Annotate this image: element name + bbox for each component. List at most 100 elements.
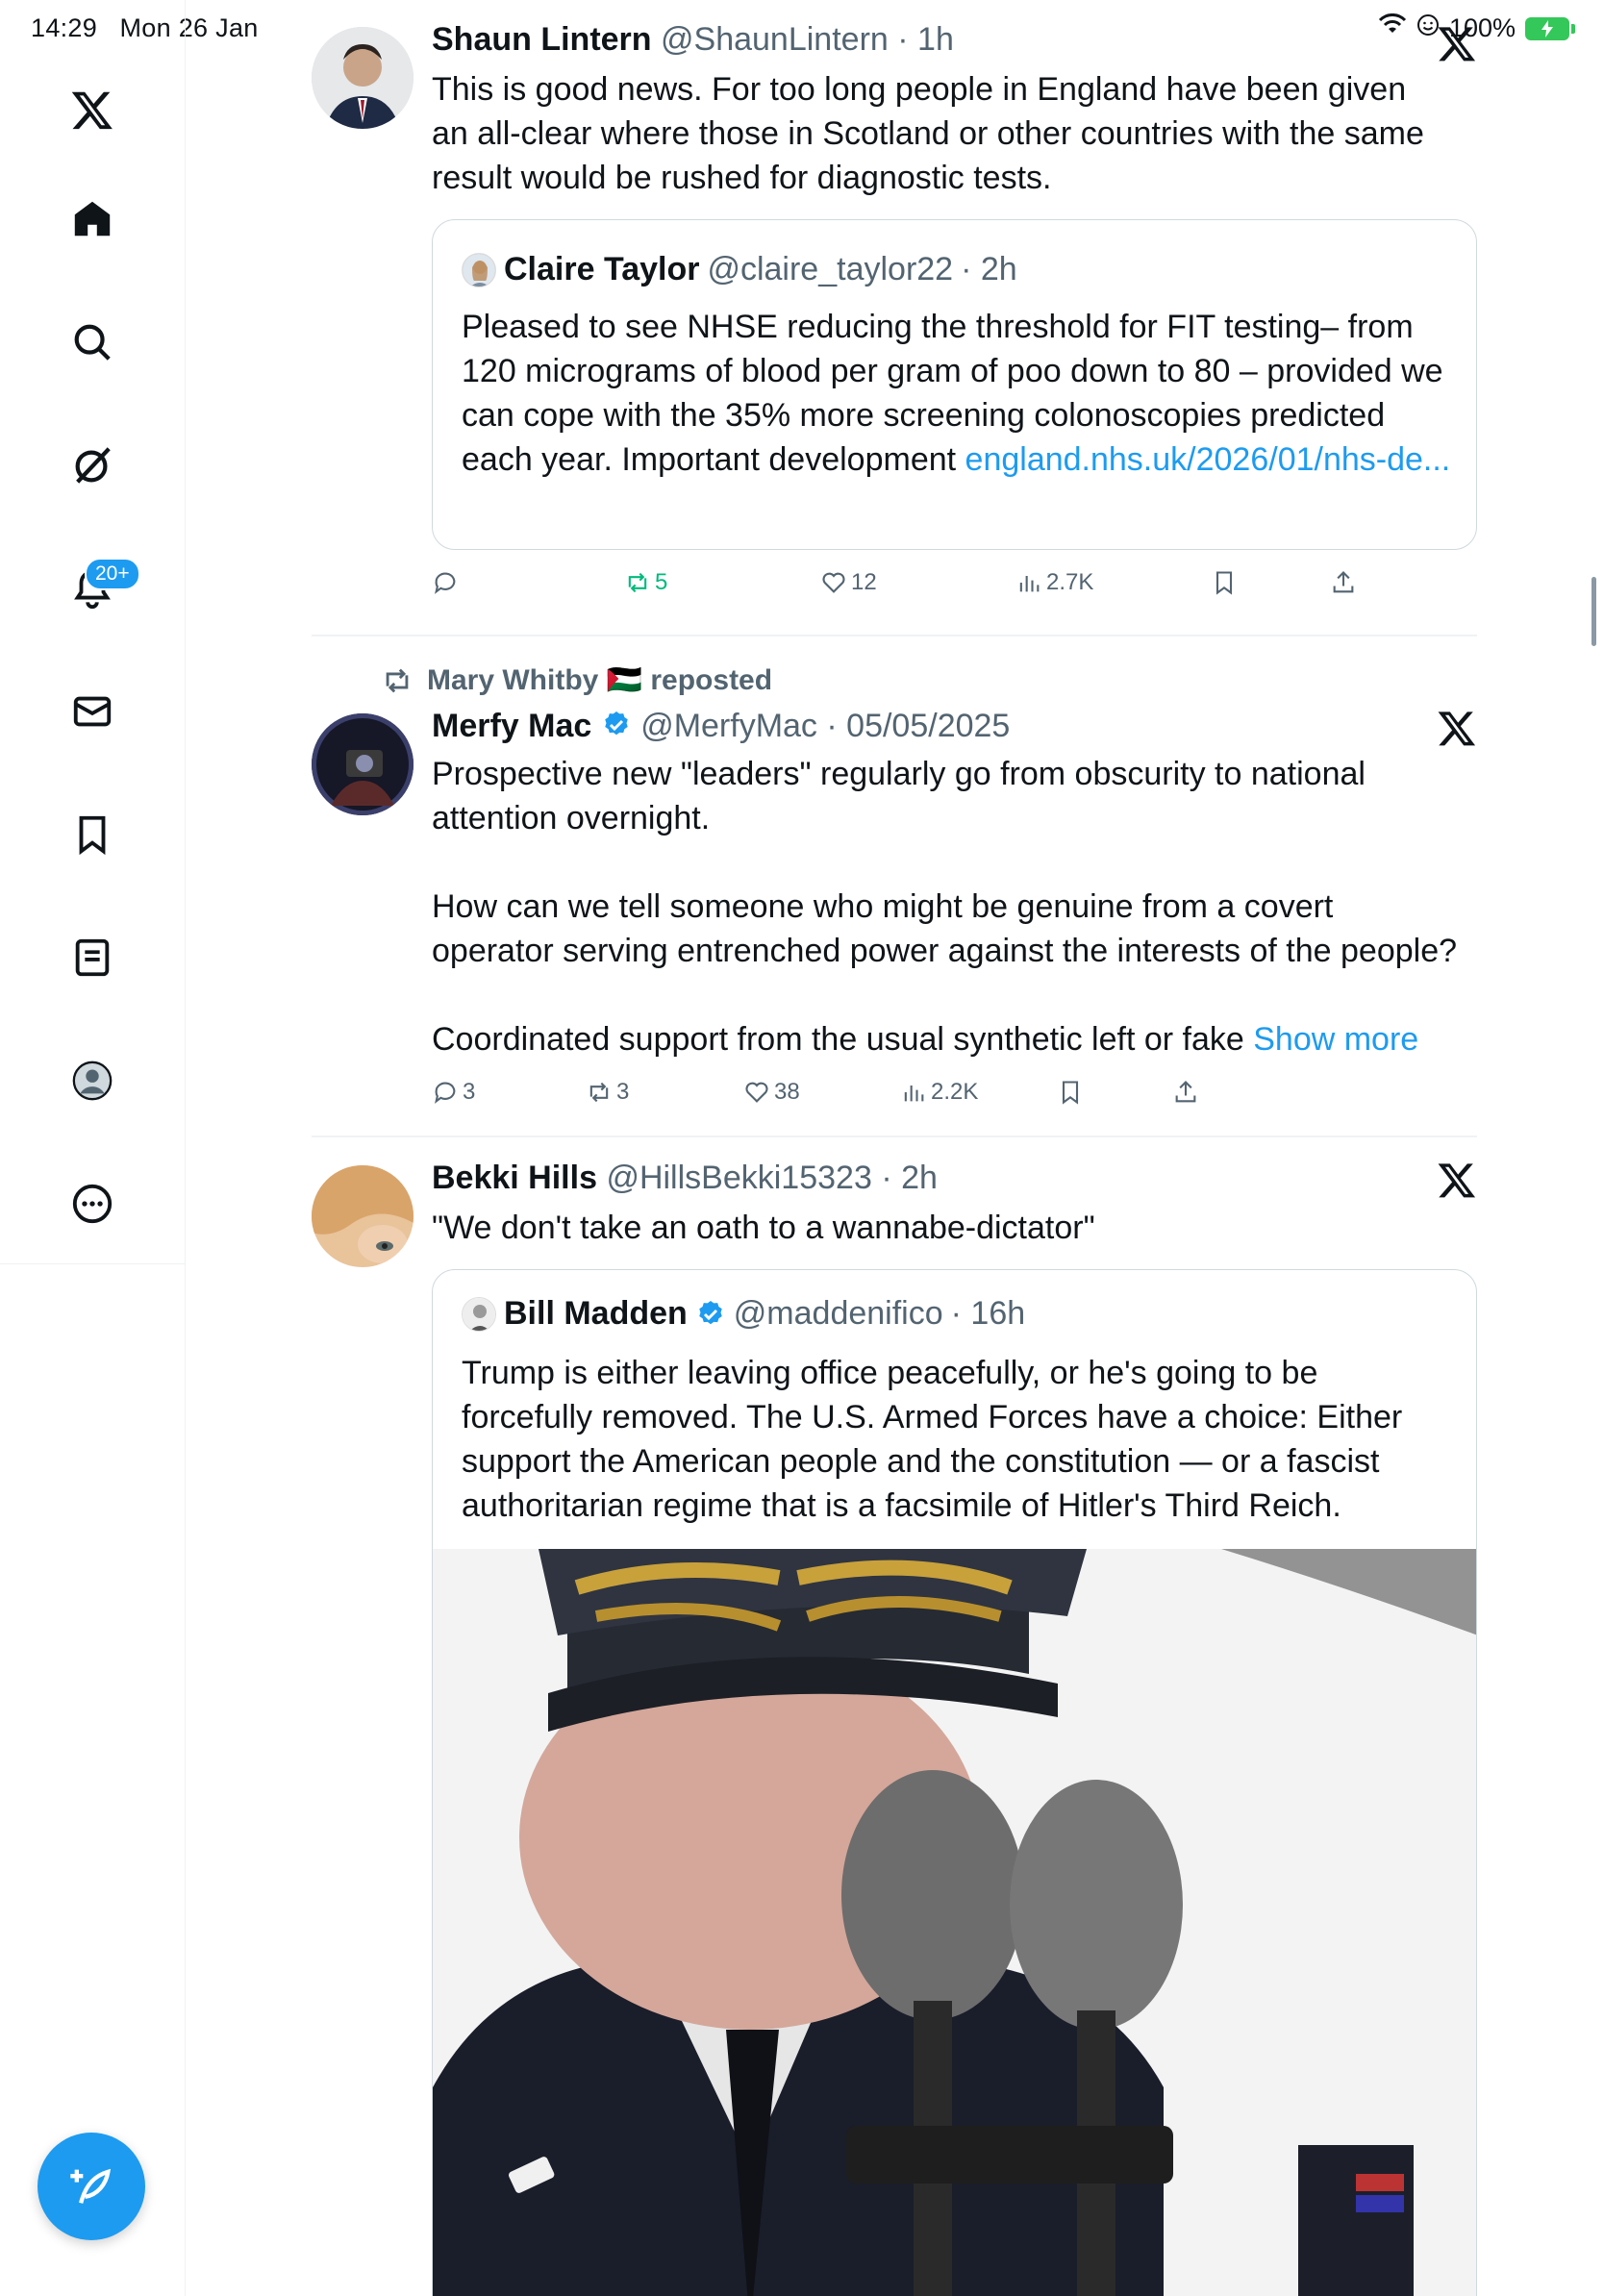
repost-button[interactable]: 5: [624, 569, 667, 596]
repost-count: 3: [616, 1079, 630, 1105]
share-button[interactable]: [1330, 569, 1357, 596]
quote-link[interactable]: england.nhs.uk/2026/01/nhs-de...: [965, 441, 1451, 478]
sidebar-divider: [0, 1263, 186, 1264]
reply-icon: [435, 572, 456, 594]
x-source-icon: [1438, 27, 1476, 62]
quote-author-name[interactable]: Claire Taylor: [504, 251, 699, 288]
reply-button[interactable]: [432, 569, 463, 596]
profile-icon[interactable]: [62, 1050, 123, 1111]
like-count: 12: [851, 569, 877, 595]
verified-badge-icon: [605, 711, 628, 736]
tweet-paragraph: Prospective new "leaders" regularly go f…: [432, 756, 1366, 836]
tweet-time[interactable]: · 2h: [881, 1160, 938, 1196]
search-icon[interactable]: [62, 312, 123, 373]
compose-feather-icon: [70, 2168, 112, 2204]
bookmark-icon: [1062, 1081, 1079, 1105]
battery-icon: [1525, 16, 1575, 40]
reply-button[interactable]: 3: [432, 1079, 475, 1106]
share-button[interactable]: [1172, 1079, 1199, 1106]
video-thumbnail: [433, 1549, 1476, 2296]
tweet-divider: [312, 635, 1477, 636]
repost-context[interactable]: Mary Whitby 🇵🇸 reposted: [381, 663, 772, 697]
bookmarks-icon[interactable]: [62, 804, 123, 865]
author-name[interactable]: Merfy Mac: [432, 708, 591, 744]
show-more-link[interactable]: Show more: [1253, 1021, 1418, 1058]
avatar-shaun-lintern[interactable]: [312, 27, 414, 129]
quote-author-name[interactable]: Bill Madden: [504, 1295, 688, 1333]
wifi-icon: [1378, 13, 1407, 43]
heart-icon: [822, 572, 845, 593]
grok-icon[interactable]: [62, 435, 123, 496]
bookmark-button[interactable]: [1057, 1079, 1084, 1106]
analytics-icon: [904, 1086, 924, 1102]
quote-text: Trump is either leaving office peacefull…: [462, 1355, 1403, 1524]
lists-icon[interactable]: [62, 927, 123, 988]
like-count: 38: [774, 1079, 800, 1105]
tweet-text: This is good news. For too long people i…: [432, 71, 1424, 196]
quote-text: Pleased to see NHSE reducing the thresho…: [462, 305, 1452, 482]
like-button[interactable]: 12: [820, 569, 877, 596]
tweet-divider: [312, 1136, 1477, 1137]
quoted-tweet[interactable]: Bill Madden @maddenifico · 16h Trump is …: [432, 1269, 1477, 2296]
messages-icon[interactable]: [62, 681, 123, 742]
views-button[interactable]: 2.7K: [1015, 569, 1093, 596]
share-icon: [1333, 571, 1354, 593]
quote-header: Bill Madden @maddenifico · 16h: [462, 1295, 1025, 1333]
tweet-header: Bekki Hills @HillsBekki15323 · 2h: [432, 1160, 938, 1197]
x-logo-icon[interactable]: [62, 79, 123, 140]
author-name[interactable]: Bekki Hills: [432, 1160, 597, 1196]
tweet-actions: 3 3 38 2.2K: [432, 1079, 1393, 1117]
tweet-actions: 5 12 2.7K: [432, 569, 1393, 608]
compose-button[interactable]: [38, 2133, 145, 2240]
author-handle[interactable]: @ShaunLintern: [661, 21, 889, 58]
tweet-paragraph-text: Coordinated support from the usual synth…: [432, 1021, 1254, 1058]
view-count: 2.7K: [1046, 569, 1094, 595]
avatar-merfy-mac[interactable]: [312, 713, 414, 815]
x-source-icon: [1438, 1163, 1476, 1198]
tweet-paragraph: How can we tell someone who might be gen…: [432, 888, 1458, 969]
home-icon[interactable]: [62, 188, 123, 250]
repost-icon: [628, 572, 647, 593]
quote-media-image[interactable]: [433, 1549, 1476, 2296]
notification-badge: 20+: [85, 558, 140, 590]
bookmark-button[interactable]: [1211, 569, 1238, 596]
tweet-text: "We don't take an oath to a wannabe-dict…: [432, 1210, 1095, 1246]
author-handle[interactable]: @HillsBekki15323: [606, 1160, 871, 1196]
scroll-indicator[interactable]: [1591, 577, 1596, 646]
quote-avatar: [462, 1296, 496, 1332]
heart-icon: [745, 1082, 768, 1103]
verified-badge-icon: [699, 1300, 722, 1324]
like-button[interactable]: 38: [743, 1079, 800, 1106]
more-icon[interactable]: [62, 1173, 123, 1235]
author-name[interactable]: Shaun Lintern: [432, 21, 652, 58]
quote-author-handle[interactable]: @claire_taylor22: [707, 251, 953, 288]
author-handle[interactable]: @MerfyMac: [640, 708, 817, 744]
x-source-icon: [1438, 711, 1476, 746]
repost-context-icon: [386, 668, 409, 692]
repost-icon: [589, 1082, 609, 1103]
view-count: 2.2K: [931, 1079, 979, 1105]
repost-context-label: Mary Whitby 🇵🇸 reposted: [427, 664, 773, 696]
views-button[interactable]: 2.2K: [900, 1079, 978, 1106]
bookmark-icon: [1216, 571, 1233, 595]
tweet-time[interactable]: · 1h: [897, 21, 954, 58]
reply-count: 3: [463, 1079, 476, 1105]
tweet-paragraph: Coordinated support from the usual synth…: [432, 1017, 1461, 1061]
quote-header: Claire Taylor @claire_taylor22 · 2h: [462, 251, 1017, 288]
reply-icon: [435, 1082, 456, 1104]
quote-time[interactable]: · 2h: [961, 251, 1017, 288]
tweet-text: Prospective new "leaders" regularly go f…: [432, 752, 1461, 1061]
tweet-header: Merfy Mac @MerfyMac · 05/05/2025: [432, 708, 1010, 745]
quote-author-handle[interactable]: @maddenifico: [734, 1295, 943, 1333]
share-icon: [1175, 1081, 1196, 1103]
repost-count: 5: [655, 569, 668, 595]
tweet-time[interactable]: · 05/05/2025: [826, 708, 1010, 744]
avatar-bekki-hills[interactable]: [312, 1165, 414, 1267]
quote-avatar: [462, 252, 496, 287]
quoted-tweet[interactable]: Claire Taylor @claire_taylor22 · 2h Plea…: [432, 219, 1477, 550]
tweet-header: Shaun Lintern @ShaunLintern · 1h: [432, 21, 954, 59]
repost-button[interactable]: 3: [586, 1079, 629, 1106]
sidebar: 20+: [0, 0, 186, 2296]
analytics-icon: [1019, 576, 1040, 592]
quote-time[interactable]: · 16h: [951, 1295, 1026, 1333]
